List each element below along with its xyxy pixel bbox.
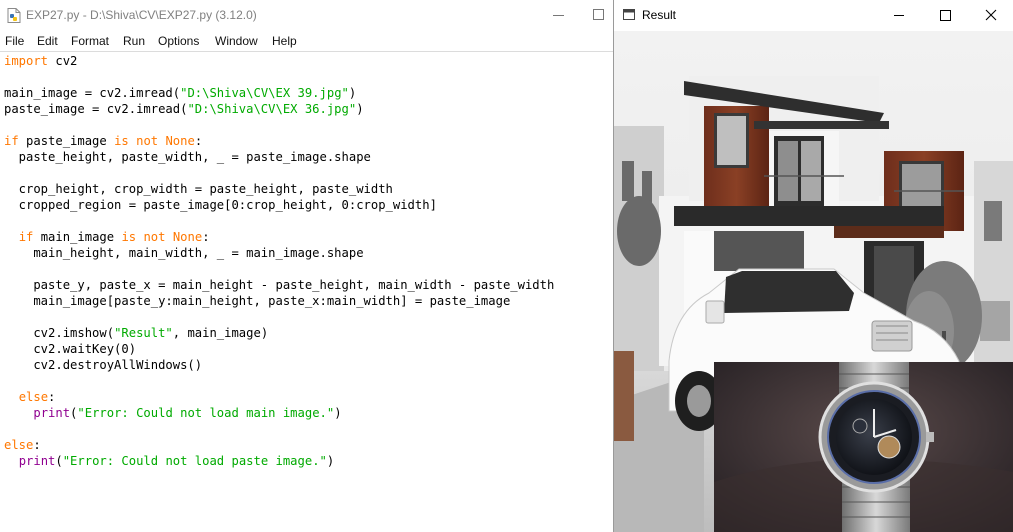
code-line: paste_y, paste_x = main_height - paste_h… [4,278,555,292]
menu-file[interactable]: File [5,34,24,48]
code-line: else: [18,390,56,404]
window-app-icon [623,9,635,20]
editor-minimize-icon[interactable] [553,15,564,16]
menu-divider [0,51,613,52]
result-titlebar[interactable]: Result [614,0,1013,31]
minimize-icon[interactable] [876,0,922,31]
code-line: cv2.imshow("Result", main_image) [4,326,269,340]
code-line: main_height, main_width, _ = main_image.… [4,246,364,260]
menu-window[interactable]: Window [215,34,258,48]
watch-photo [714,362,1013,532]
code-line: if paste_image is not None: [4,134,203,148]
code-line: cv2.waitKey(0) [4,342,137,356]
maximize-icon[interactable] [922,0,968,31]
menu-options[interactable]: Options [158,34,199,48]
editor-title: EXP27.py - D:\Shiva\CV\EXP27.py (3.12.0) [26,8,257,22]
editor-maximize-icon[interactable] [593,9,604,20]
python-file-icon [7,8,21,23]
menu-format[interactable]: Format [71,34,109,48]
code-line: cv2.destroyAllWindows() [4,358,203,372]
code-line: cropped_region = paste_image[0:crop_heig… [4,198,437,212]
code-line: paste_image = cv2.imread("D:\Shiva\CV\EX… [4,102,364,116]
code-line: paste_height, paste_width, _ = paste_ima… [4,150,371,164]
code-line: if main_image is not None: [18,230,210,244]
result-title: Result [642,8,677,22]
editor-menubar: File Edit Format Run Options Window Help [0,31,613,51]
code-editor[interactable]: import cv2 main_image = cv2.imread("D:\S… [4,53,554,469]
menu-help[interactable]: Help [272,34,297,48]
result-image-canvas [614,31,1013,532]
close-icon[interactable] [968,0,1013,31]
editor-titlebar[interactable]: EXP27.py - D:\Shiva\CV\EXP27.py (3.12.0) [0,0,613,31]
menu-run[interactable]: Run [123,34,145,48]
code-line: crop_height, crop_width = paste_height, … [4,182,393,196]
code-line: print("Error: Could not load paste image… [18,454,335,468]
result-window: Result [613,0,1013,532]
code-line: else: [4,438,41,452]
code-line: main_image = cv2.imread("D:\Shiva\CV\EX … [4,86,357,100]
code-line: print("Error: Could not load main image.… [33,406,342,420]
code-line: import cv2 [4,54,78,68]
code-line: main_image[paste_y:main_height, paste_x:… [4,294,511,308]
menu-edit[interactable]: Edit [37,34,58,48]
editor-window: EXP27.py - D:\Shiva\CV\EXP27.py (3.12.0)… [0,0,613,532]
